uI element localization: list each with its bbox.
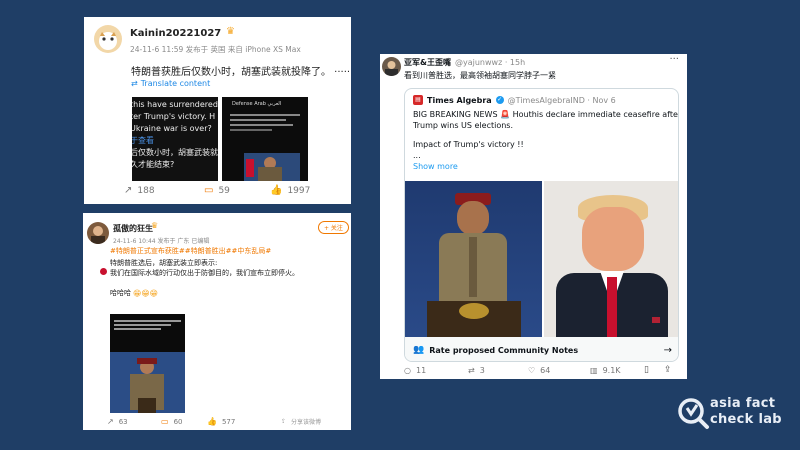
siren-icon: 🚨: [500, 110, 511, 119]
comment-button[interactable]: ▭ 59: [204, 185, 230, 196]
post-image-2[interactable]: Defense Arab العربي: [222, 97, 308, 181]
asia-fact-check-lab-logo: asia fact check lab: [676, 390, 786, 436]
post-video-thumbnail[interactable]: [110, 314, 185, 413]
handle-and-time: @yajunwwz · 15h: [454, 58, 526, 67]
post-line-1: 特朗普胜选后，胡塞武装立即表示:: [110, 259, 218, 267]
magnifier-logo-icon: [678, 398, 709, 429]
post-text: 特朗普获胜后仅数小时，胡塞武装就投降了。 ·········: [131, 67, 351, 78]
yemen-flag-icon: [100, 268, 107, 275]
arrow-right-icon: →: [663, 344, 672, 356]
quoted-tweet-header: ▤ Times Algebra ✓ @TimesAlgebraIND · Nov…: [413, 95, 616, 105]
more-options-icon[interactable]: ···: [669, 54, 679, 65]
post-image-1[interactable]: this have surrendered ter Trump's victor…: [132, 97, 218, 181]
laugh-line: 哈哈哈 😁😁😁: [110, 288, 159, 298]
post-meta: 24-11-6 10:44 发布于 广东 已编辑: [113, 238, 210, 245]
verified-badge-icon: ✓: [495, 96, 504, 104]
like-button[interactable]: ♡ 64: [528, 366, 550, 375]
logo-text-line-2: check lab: [710, 412, 782, 427]
times-algebra-logo-icon: ▤: [413, 95, 423, 105]
laugh-emoji-icon: 😁😁😁: [133, 288, 159, 298]
weibo-post-card-2: 孤傲的狂生 ♛ 24-11-6 10:44 发布于 广东 已编辑 + 关注 #特…: [83, 213, 351, 430]
follow-button[interactable]: + 关注: [318, 221, 349, 234]
logo-text-line-1: asia fact: [710, 396, 776, 411]
embedded-arabic-text-block: [230, 111, 300, 141]
translate-icon: ⇄: [131, 79, 138, 88]
weibo-post-card-1: Kainin20221027 ♛ 24-11-6 11:59 发布于 英国 来自…: [84, 17, 351, 204]
views-icon: ▥: [590, 366, 598, 375]
quoted-photo-portrait[interactable]: [544, 181, 678, 337]
comment-button[interactable]: ▭ 60: [161, 417, 182, 426]
comment-icon: ▭: [204, 185, 214, 196]
show-more-link[interactable]: Show more: [413, 161, 678, 172]
share-weibo-link[interactable]: ⇪ 分享该微博: [281, 417, 321, 426]
share-weibo-icon: ⇪: [281, 418, 287, 425]
quoted-photo-speaker[interactable]: [405, 181, 542, 337]
embedded-speaker-photo: [244, 153, 300, 181]
thumbs-up-icon: 👍: [270, 185, 283, 196]
like-button[interactable]: 👍 1997: [270, 185, 310, 196]
retweet-button[interactable]: ⇄ 3: [468, 366, 485, 375]
share-icon: ↗: [107, 417, 114, 426]
thumbnail-text-block: [114, 318, 181, 332]
quoted-handle-and-time: @TimesAlgebraIND · Nov 6: [507, 95, 616, 105]
embedded-tweet-header: Defense Arab العربي: [232, 101, 282, 107]
reply-icon: ○: [404, 366, 411, 375]
avatar[interactable]: [382, 57, 401, 76]
tweet-text: 看到川普胜选，最高领袖胡塞同学脖子一紧: [404, 71, 556, 80]
vip-badge-icon: ♛: [151, 221, 159, 230]
share-icon: ↗: [124, 185, 133, 196]
views-button[interactable]: ▥ 9.1K: [590, 366, 621, 375]
tweet-card: 亚军&王歪嘴 @yajunwwz · 15h ··· 看到川普胜选，最高领袖胡塞…: [380, 54, 687, 379]
thumbs-up-icon: 👍: [207, 417, 217, 426]
quoted-text: BIG BREAKING NEWS 🚨 Houthis declare imme…: [413, 109, 678, 172]
comment-icon: ▭: [161, 417, 169, 426]
retweet-icon: ⇄: [468, 366, 475, 375]
share-icon[interactable]: ⇪: [664, 365, 672, 375]
like-button[interactable]: 👍 577: [207, 417, 235, 426]
community-notes-icon: 👥: [413, 345, 425, 355]
crown-badge-icon: ♛: [226, 26, 235, 37]
bookmark-icon[interactable]: ▯: [644, 365, 649, 375]
thumbnail-speaker-photo: [110, 352, 185, 413]
username[interactable]: 孤傲的狂生: [113, 223, 153, 234]
heart-icon: ♡: [528, 366, 536, 375]
post-meta: 24-11-6 11:59 发布于 英国 来自 iPhone XS Max: [130, 45, 301, 54]
avatar[interactable]: [87, 222, 109, 244]
username[interactable]: Kainin20221027: [130, 28, 221, 39]
community-notes-bar[interactable]: 👥 Rate proposed Community Notes →: [405, 337, 678, 361]
display-name[interactable]: 亚军&王歪嘴: [404, 57, 451, 68]
quoted-tweet[interactable]: ▤ Times Algebra ✓ @TimesAlgebraIND · Nov…: [404, 88, 679, 362]
translate-link[interactable]: ⇄ Translate content: [131, 79, 210, 88]
tweet-header: 亚军&王歪嘴 @yajunwwz · 15h: [404, 57, 525, 68]
share-button[interactable]: ↗ 188: [124, 185, 155, 196]
quoted-display-name[interactable]: Times Algebra: [427, 96, 492, 105]
hashtags[interactable]: #特朗普正式宣布获胜##特朗普胜出##中东乱局#: [110, 246, 271, 256]
post-line-2: 我们在国际水域的行动仅出于防御目的，我们宣布立即停火。: [110, 269, 299, 277]
share-button[interactable]: ↗ 63: [107, 417, 128, 426]
reply-button[interactable]: ○ 11: [404, 366, 426, 375]
avatar[interactable]: [94, 25, 122, 53]
